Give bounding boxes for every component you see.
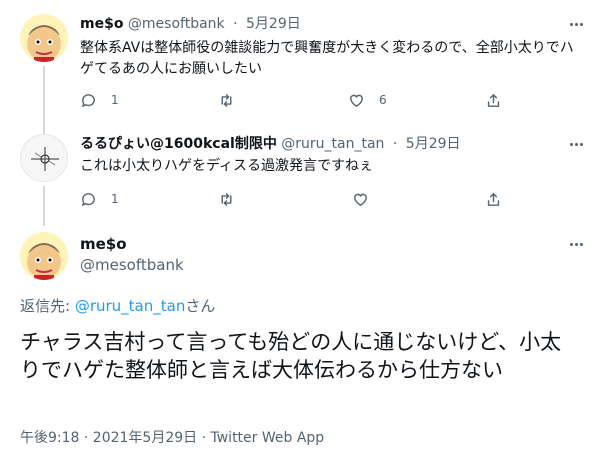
avatar-image bbox=[20, 14, 68, 62]
like-count: 6 bbox=[379, 93, 387, 107]
tweet-text: これは小太りハゲをディスる過激発言ですねぇ bbox=[80, 158, 374, 174]
user-handle[interactable]: @ruru_tan_tan bbox=[281, 136, 384, 152]
like-button[interactable]: 6 bbox=[348, 90, 387, 110]
speech-bubble-icon bbox=[82, 93, 95, 107]
action-bar: 1 6 bbox=[80, 90, 520, 110]
share-icon bbox=[487, 93, 500, 107]
share-button[interactable] bbox=[485, 189, 502, 209]
more-dots-icon[interactable] bbox=[566, 14, 586, 34]
retweet-icon bbox=[221, 93, 232, 107]
tweet-meta[interactable]: 午後9:18 · 2021年5月29日 · Twitter Web App bbox=[20, 428, 324, 448]
tweet-header: me$o @mesoftbank · 5月29日 bbox=[80, 14, 301, 34]
thread-line bbox=[43, 120, 45, 134]
reply-count: 1 bbox=[111, 192, 119, 206]
avatar-image bbox=[21, 135, 67, 181]
avatar[interactable] bbox=[20, 134, 68, 182]
display-name[interactable]: me$o bbox=[80, 16, 123, 32]
retweet-button[interactable] bbox=[218, 189, 235, 209]
user-handle[interactable]: @mesoftbank bbox=[80, 255, 184, 275]
tweet-1[interactable]: me$o @mesoftbank · 5月29日 整体系AVは整体師役の雑談能力… bbox=[0, 0, 601, 130]
reply-count: 1 bbox=[111, 93, 119, 107]
focused-tweet: me$o @mesoftbank 返信先: @ruru_tan_tanさん チャ… bbox=[0, 220, 601, 456]
share-icon bbox=[487, 192, 500, 206]
more-dots-icon[interactable] bbox=[566, 134, 586, 154]
display-name[interactable]: るるぴょい@1600kcal制限中 bbox=[80, 136, 277, 152]
reply-to-prefix: 返信先: bbox=[20, 297, 75, 315]
reply-to-link[interactable]: @ruru_tan_tan bbox=[75, 297, 186, 315]
heart-icon bbox=[350, 94, 363, 107]
tweet-text: チャラス吉村って言っても殆どの人に通じないけど、小太りでハゲた整体師と言えば大体… bbox=[20, 330, 562, 382]
separator: · bbox=[233, 16, 238, 32]
action-bar: 1 bbox=[80, 189, 520, 209]
speech-bubble-icon bbox=[82, 192, 95, 206]
tweet-2[interactable]: るるぴょい@1600kcal制限中 @ruru_tan_tan · 5月29日 … bbox=[0, 120, 601, 226]
separator: · bbox=[392, 136, 398, 152]
reply-button[interactable]: 1 bbox=[80, 189, 119, 209]
retweet-icon bbox=[221, 192, 232, 206]
avatar-image bbox=[20, 232, 68, 280]
tweet-text: 整体系AVは整体師役の雑談能力で興奮度が大きく変わるので、全部小太りでハゲてるあ… bbox=[80, 40, 574, 77]
share-button[interactable] bbox=[485, 90, 502, 110]
more-dots-icon[interactable] bbox=[566, 234, 586, 254]
reply-to-suffix: さん bbox=[185, 297, 216, 315]
retweet-button[interactable] bbox=[218, 90, 235, 110]
avatar[interactable] bbox=[20, 232, 68, 280]
tweet-date[interactable]: 5月29日 bbox=[246, 16, 301, 32]
user-handle[interactable]: @mesoftbank bbox=[128, 16, 225, 32]
heart-icon bbox=[354, 193, 367, 206]
tweet-header: るるぴょい@1600kcal制限中 @ruru_tan_tan · 5月29日 bbox=[80, 134, 461, 154]
reply-button[interactable]: 1 bbox=[80, 90, 119, 110]
reply-to-line: 返信先: @ruru_tan_tanさん bbox=[20, 296, 215, 316]
tweet-date[interactable]: 5月29日 bbox=[406, 136, 461, 152]
avatar[interactable] bbox=[20, 14, 68, 62]
like-button[interactable] bbox=[352, 189, 369, 209]
display-name[interactable]: me$o bbox=[80, 234, 127, 254]
